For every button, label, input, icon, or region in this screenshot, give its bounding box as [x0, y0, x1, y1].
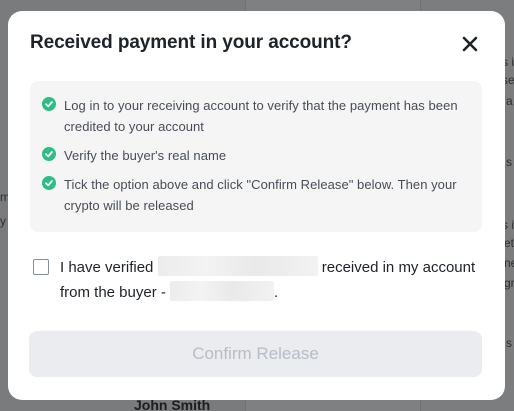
check-circle-icon	[42, 176, 56, 190]
check-circle-icon	[42, 97, 56, 111]
background-text-fragment: gr	[504, 276, 514, 290]
close-icon	[462, 36, 478, 52]
instruction-text: Log in to your receiving account to veri…	[64, 98, 458, 134]
background-text-fragment: et	[504, 236, 514, 250]
release-confirmation-modal: Received payment in your account? Log in…	[8, 11, 505, 400]
instruction-text: Tick the option above and click "Confirm…	[64, 177, 457, 213]
confirmation-text: I have verified received in my account f…	[60, 255, 490, 305]
confirmation-row: I have verified received in my account f…	[33, 255, 490, 305]
background-text-fragment: s	[506, 155, 512, 169]
instruction-text: Verify the buyer's real name	[64, 148, 227, 163]
instructions-box: Log in to your receiving account to veri…	[30, 81, 482, 232]
close-button[interactable]	[456, 30, 484, 58]
modal-title: Received payment in your account?	[30, 32, 352, 53]
verify-checkbox[interactable]	[33, 259, 49, 275]
background-text-fragment: s	[506, 336, 512, 350]
redacted-amount	[157, 256, 318, 276]
confirm-release-button[interactable]: Confirm Release	[29, 331, 482, 377]
background-text-fragment: a	[506, 94, 513, 108]
confirmation-suffix: .	[274, 284, 279, 301]
background-text-fragment: ne	[504, 256, 514, 270]
confirmation-prefix: I have verified	[60, 259, 154, 276]
check-circle-icon	[42, 147, 56, 161]
background-text-fragment: y	[0, 214, 6, 228]
instruction-item: Tick the option above and click "Confirm…	[42, 174, 474, 216]
instruction-item: Verify the buyer's real name	[42, 145, 474, 166]
instruction-item: Log in to your receiving account to veri…	[42, 95, 474, 137]
redacted-buyer-name	[170, 281, 275, 301]
